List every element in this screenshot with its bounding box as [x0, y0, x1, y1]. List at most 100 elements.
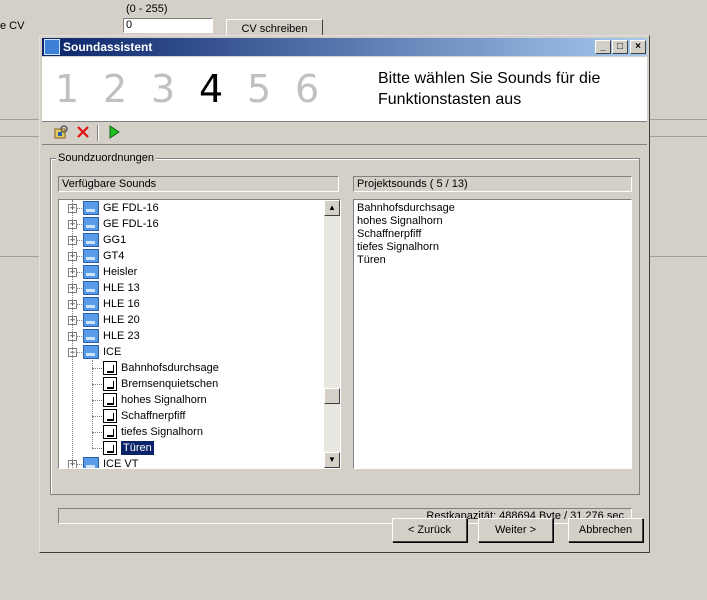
tree-item-label: HLE 13 — [103, 282, 140, 294]
project-sound-item[interactable]: Bahnhofsdurchsage — [357, 202, 455, 215]
range-label: (0 - 255) — [126, 3, 168, 15]
cv-input[interactable]: 0 — [123, 18, 213, 33]
project-sound-item[interactable]: Schaffnerpfiff — [357, 228, 421, 241]
sound-package-icon — [83, 281, 99, 295]
tree-sound-item[interactable]: hohes Signalhorn — [59, 392, 324, 408]
tree-item-label: HLE 23 — [103, 330, 140, 342]
step-3: 3 — [151, 67, 176, 111]
sound-file-icon — [103, 425, 117, 439]
tree-connector — [92, 384, 102, 385]
tree-item-label: tiefes Signalhorn — [121, 426, 203, 438]
step-4-active: 4 — [199, 67, 224, 111]
tree-item-label: Bahnhofsdurchsage — [121, 362, 219, 374]
tree-folder-item[interactable]: + ICE VT — [59, 456, 324, 469]
tree-folder-item[interactable]: + HLE 20 — [59, 312, 324, 328]
tree-folder-item[interactable]: + HLE 16 — [59, 296, 324, 312]
step-1: 1 — [55, 67, 80, 111]
project-sound-item[interactable]: tiefes Signalhorn — [357, 241, 439, 254]
import-icon — [54, 125, 68, 139]
tree-item-label: Schaffnerpfiff — [121, 410, 186, 422]
tree-item-label: GE FDL-16 — [103, 218, 159, 230]
play-sound-button[interactable] — [104, 124, 124, 142]
maximize-button[interactable]: □ — [612, 40, 628, 54]
minimize-button[interactable]: _ — [595, 40, 611, 54]
sound-file-icon — [103, 409, 117, 423]
tree-sound-item[interactable]: Bremsenquietschen — [59, 376, 324, 392]
tree-sound-item[interactable]: Bahnhofsdurchsage — [59, 360, 324, 376]
tree-connector — [72, 200, 73, 468]
tree-folder-item[interactable]: + GE FDL-16 — [59, 216, 324, 232]
scroll-down-button[interactable]: ▼ — [324, 452, 340, 468]
tree-folder-item[interactable]: − ICE — [59, 344, 324, 360]
tree-item-label: GE FDL-16 — [103, 202, 159, 214]
back-button[interactable]: < Zurück — [392, 518, 467, 542]
tree-item-label: GT4 — [103, 250, 125, 262]
scroll-up-button[interactable]: ▲ — [324, 200, 340, 216]
tree-folder-item[interactable]: + GE FDL-16 — [59, 200, 324, 216]
scroll-thumb[interactable] — [324, 388, 340, 404]
project-sounds-list[interactable]: Bahnhofsdurchsage hohes Signalhorn Schaffn… — [353, 199, 632, 469]
close-icon: × — [635, 41, 641, 52]
title-bar[interactable]: Soundassistent _ □ × — [42, 38, 647, 56]
toolbar — [42, 122, 647, 145]
tree-connector — [92, 448, 102, 449]
project-sounds-header: Projektsounds ( 5 / 13) — [353, 176, 632, 192]
tree-item-label-selected: Türen — [120, 440, 155, 456]
sound-file-icon — [103, 361, 117, 375]
maximize-icon: □ — [616, 41, 624, 52]
sound-package-icon — [83, 457, 99, 468]
sound-package-icon — [83, 249, 99, 263]
tree-item-label: ICE VT — [103, 458, 139, 469]
minimize-icon: _ — [600, 41, 606, 52]
sound-package-icon — [83, 345, 99, 359]
tree-folder-item[interactable]: + HLE 23 — [59, 328, 324, 344]
tree-folder-item[interactable]: + HLE 13 — [59, 280, 324, 296]
tree-item-label: HLE 20 — [103, 314, 140, 326]
tree-folder-item[interactable]: + GT4 — [59, 248, 324, 264]
project-sound-item[interactable]: Türen — [357, 254, 386, 267]
delete-icon — [77, 126, 89, 138]
available-sounds-tree[interactable]: + GE FDL-16 + GE FDL-16 + GG1 + GT4 + Heisler + HLE… — [58, 199, 341, 469]
tree-sound-item[interactable]: tiefes Signalhorn — [59, 424, 324, 440]
project-sound-item[interactable]: hohes Signalhorn — [357, 215, 443, 228]
bg-divider — [0, 256, 39, 257]
tree-connector — [92, 400, 102, 401]
available-sounds-header: Verfügbare Sounds — [58, 176, 339, 192]
next-button[interactable]: Weiter > — [478, 518, 553, 542]
tree-item-label: Heisler — [103, 266, 138, 278]
tree-folder-item[interactable]: + Heisler — [59, 264, 324, 280]
bg-divider — [650, 119, 707, 120]
cancel-button[interactable]: Abbrechen — [568, 518, 643, 542]
tree-folder-item[interactable]: + GG1 — [59, 232, 324, 248]
sound-assistant-dialog: Soundassistent _ □ × 1 2 3 4 5 6 Bitte w… — [39, 35, 650, 553]
tree-item-label: GG1 — [103, 234, 127, 246]
tree-item-label: hohes Signalhorn — [121, 394, 207, 406]
step-2: 2 — [103, 67, 128, 111]
tree-sound-item[interactable]: Türen — [59, 440, 324, 456]
arrow-up-icon: ▲ — [328, 203, 336, 212]
cv-label: e CV — [0, 20, 25, 32]
tree-connector — [92, 368, 102, 369]
tree-connector — [92, 360, 93, 448]
import-sound-button[interactable] — [51, 124, 71, 142]
tree-connector — [92, 416, 102, 417]
remove-sound-button[interactable] — [73, 124, 93, 142]
close-button[interactable]: × — [630, 40, 646, 54]
step-5: 5 — [247, 67, 272, 111]
sound-file-icon — [103, 441, 117, 455]
play-icon — [109, 125, 120, 139]
wizard-header: 1 2 3 4 5 6 Bitte wählen Sie Sounds für … — [42, 57, 647, 122]
arrow-down-icon: ▼ — [328, 455, 336, 464]
sound-package-icon — [83, 217, 99, 231]
toolbar-separator — [97, 125, 99, 141]
tree-sound-item[interactable]: Schaffnerpfiff — [59, 408, 324, 424]
sound-package-icon — [83, 265, 99, 279]
sound-package-icon — [83, 201, 99, 215]
step-6: 6 — [295, 67, 320, 111]
wizard-instruction: Bitte wählen Sie Sounds für die Funktion… — [378, 70, 601, 108]
sound-package-icon — [83, 297, 99, 311]
tree-scrollbar[interactable]: ▲ ▼ — [324, 200, 340, 468]
app-icon — [44, 39, 60, 55]
sound-file-icon — [103, 377, 117, 391]
sound-package-icon — [83, 329, 99, 343]
